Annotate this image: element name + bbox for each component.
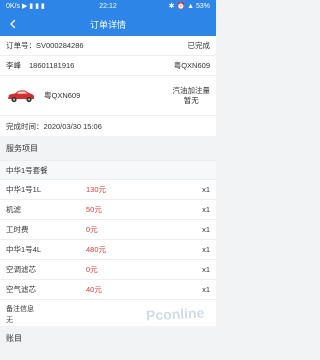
service-item-row: 空调滤芯 0元 x1 bbox=[0, 260, 216, 280]
order-number-label: 订单号： bbox=[6, 41, 36, 50]
order-number: SV000284286 bbox=[36, 41, 84, 50]
service-items-list: 中华1号1L 130元 x1 机滤 50元 x1 工时费 0元 x1 中华1号4L 480元 x1 空调… bbox=[0, 180, 216, 300]
status-time: 22:12 bbox=[99, 2, 117, 10]
customer-name: 李峰 bbox=[6, 61, 21, 70]
service-item-name: 中华1号1L bbox=[6, 185, 42, 194]
fuel-label: 汽油加注量 bbox=[172, 85, 211, 95]
service-item-name: 工时费 bbox=[6, 225, 29, 234]
order-number-row: 订单号： SV000284286 已完成 bbox=[0, 36, 216, 56]
package-name: 中华1号套餐 bbox=[0, 160, 216, 180]
service-item-price: 0元 bbox=[86, 225, 98, 234]
service-item-qty: x1 bbox=[202, 265, 210, 274]
page-title: 订单详情 bbox=[89, 19, 126, 30]
status-bar: 0K/s ▶ ▮ ▮ ▮ 22:12 ✱ ⏰ ▲ 53% bbox=[0, 0, 216, 12]
service-item-name: 空气滤芯 bbox=[6, 285, 36, 294]
service-item-price: 40元 bbox=[86, 285, 102, 294]
service-item-name: 空调滤芯 bbox=[6, 265, 36, 274]
status-right: ✱ ⏰ ▲ 53% bbox=[168, 3, 210, 10]
service-item-qty: x1 bbox=[202, 285, 210, 294]
service-item-price: 130元 bbox=[86, 185, 107, 194]
plate-number-right: 粤QXN609 bbox=[173, 61, 210, 70]
customer-row: 李峰 18601181916 粤QXN609 bbox=[0, 56, 216, 76]
service-item-row: 空气滤芯 40元 x1 bbox=[0, 280, 216, 300]
service-item-row: 中华1号4L 480元 x1 bbox=[0, 240, 216, 260]
fuel-info: 汽油加注量 暂无 bbox=[173, 86, 211, 106]
completed-time: 2020/03/30 15:06 bbox=[43, 121, 102, 131]
service-item-price: 480元 bbox=[86, 245, 107, 254]
status-left: 0K/s ▶ ▮ ▮ ▮ bbox=[6, 3, 45, 10]
order-info-card: 订单号： SV000284286 已完成 李峰 18601181916 粤QXN… bbox=[0, 36, 216, 136]
nav-bar: 订单详情 bbox=[0, 12, 216, 36]
service-item-qty: x1 bbox=[202, 185, 210, 194]
back-button[interactable] bbox=[5, 16, 21, 32]
watermark-logo: Pconline bbox=[145, 304, 205, 324]
service-item-price: 0元 bbox=[86, 265, 98, 274]
service-item-price: 50元 bbox=[86, 205, 102, 214]
vehicle-plate: 粤QXN609 bbox=[44, 91, 81, 100]
vehicle-row: 粤QXN609 汽油加注量 暂无 bbox=[0, 76, 216, 116]
service-item-name: 机滤 bbox=[6, 205, 21, 214]
services-card: 中华1号套餐 中华1号1L 130元 x1 机滤 50元 x1 工时费 0元 x1 中华1号4L 4… bbox=[0, 160, 216, 326]
services-section-title: 服务项目 bbox=[0, 136, 216, 160]
completed-label: 完成时间： bbox=[6, 121, 44, 131]
service-item-qty: x1 bbox=[202, 205, 210, 214]
service-item-name: 中华1号4L bbox=[6, 245, 42, 254]
service-item-row: 中华1号1L 130元 x1 bbox=[0, 180, 216, 200]
car-icon bbox=[8, 89, 34, 102]
service-item-row: 工时费 0元 x1 bbox=[0, 220, 216, 240]
order-status-badge: 已完成 bbox=[187, 41, 211, 50]
chevron-left-icon bbox=[10, 19, 16, 29]
fuel-value: 暂无 bbox=[183, 95, 199, 105]
billing-section-title: 账目 bbox=[0, 326, 216, 350]
service-item-qty: x1 bbox=[202, 225, 210, 234]
completed-time-row: 完成时间： 2020/03/30 15:06 bbox=[0, 116, 216, 136]
service-item-qty: x1 bbox=[202, 245, 210, 254]
customer-phone[interactable]: 18601181916 bbox=[29, 61, 174, 70]
service-item-row: 机滤 50元 x1 bbox=[0, 200, 216, 220]
